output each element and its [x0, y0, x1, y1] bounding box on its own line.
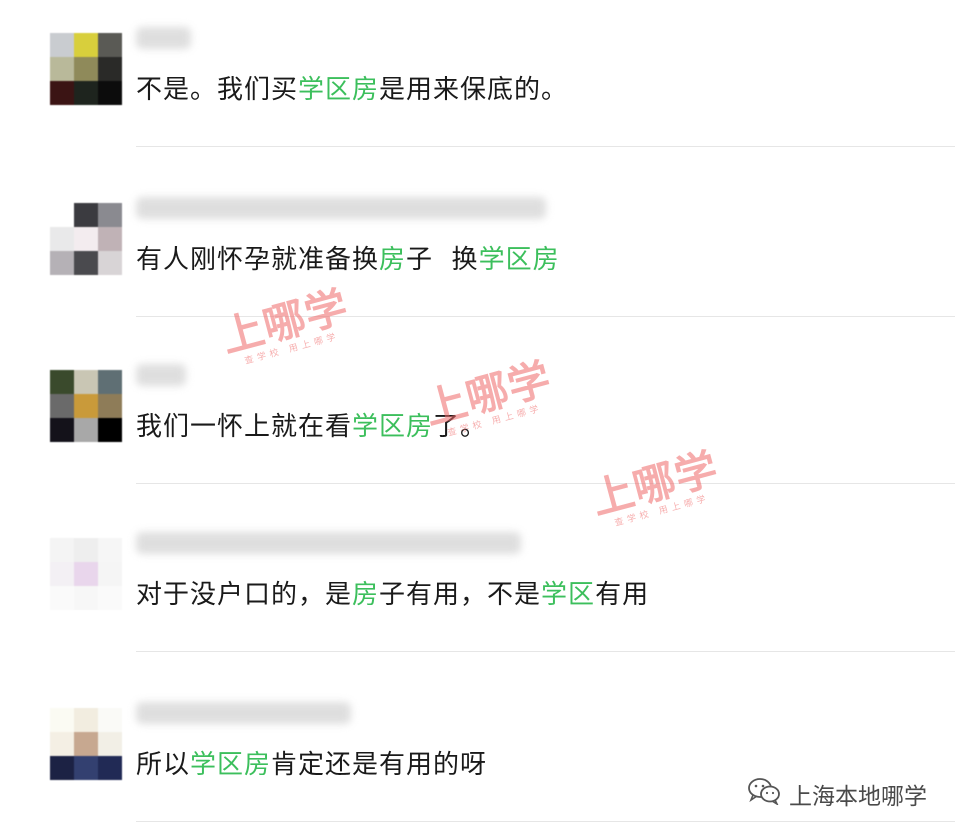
watermark-main: 上哪学 [586, 443, 724, 525]
divider [136, 146, 955, 147]
avatar[interactable] [50, 203, 122, 275]
brand-badge: 上海本地哪学 [747, 777, 927, 811]
divider [136, 483, 955, 484]
username-blurred [136, 702, 351, 724]
keyword-highlight: 学区 [541, 580, 596, 610]
comment-text: 有人刚怀孕就准备换房子 换学区房 [136, 239, 560, 276]
text-segment: 有用 [595, 580, 650, 610]
comment-text: 对于没户口的，是房子有用，不是学区有用 [136, 574, 649, 611]
username-blurred [136, 27, 191, 49]
comment-text: 所以学区房肯定还是有用的呀 [136, 744, 487, 781]
wechat-icon [747, 777, 781, 811]
text-segment: 对于没户口的，是 [136, 580, 353, 610]
avatar[interactable] [50, 33, 122, 105]
text-segment: 不是。我们买 [136, 75, 299, 105]
username-blurred [136, 364, 186, 386]
text-segment: 子有用，不是 [379, 580, 542, 610]
text-segment: 是用来保底的。 [379, 75, 569, 105]
keyword-highlight: 学区房 [478, 245, 560, 275]
text-segment: 有人刚怀孕就准备换 [136, 245, 380, 275]
watermark-main: 上哪学 [216, 281, 354, 363]
username-blurred [136, 532, 521, 554]
keyword-highlight: 学区房 [190, 750, 272, 780]
text-segment: 子 换 [406, 245, 479, 275]
keyword-highlight: 房 [352, 580, 380, 610]
keyword-highlight: 学区房 [352, 412, 434, 442]
avatar[interactable] [50, 370, 122, 442]
text-segment: 我们一怀上就在看 [136, 412, 353, 442]
brand-label: 上海本地哪学 [789, 784, 927, 810]
text-segment: 了。 [433, 412, 488, 442]
keyword-highlight: 学区房 [298, 75, 380, 105]
username-blurred [136, 197, 546, 219]
text-segment: 肯定还是有用的呀 [271, 750, 488, 780]
keyword-highlight: 房 [379, 245, 407, 275]
watermark: 上哪学 查学校 用上哪学 [216, 281, 356, 371]
watermark-sub: 查学校 用上哪学 [243, 331, 341, 367]
comment-text: 我们一怀上就在看学区房了。 [136, 406, 487, 443]
watermark: 上哪学 查学校 用上哪学 [586, 443, 726, 533]
divider [136, 821, 955, 822]
comment-text: 不是。我们买学区房是用来保底的。 [136, 69, 568, 106]
text-segment: 所以 [136, 750, 191, 780]
watermark-sub: 查学校 用上哪学 [613, 493, 711, 529]
divider [136, 651, 955, 652]
avatar[interactable] [50, 538, 122, 610]
divider [136, 316, 955, 317]
avatar[interactable] [50, 708, 122, 780]
